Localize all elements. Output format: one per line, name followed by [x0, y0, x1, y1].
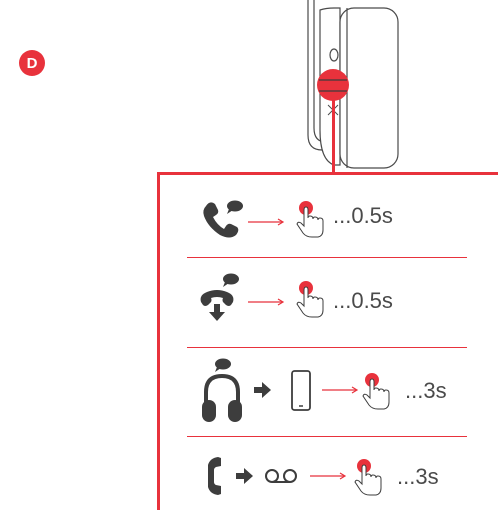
duration-label: ...3s: [397, 464, 439, 489]
row-divider: [187, 436, 467, 437]
arrow-icon: [248, 298, 285, 306]
panel-top-border: [157, 172, 498, 175]
voice-assistant-headset-icon: [202, 358, 242, 422]
duration-label: ...0.5s: [333, 288, 393, 313]
connector-line: [332, 100, 335, 175]
panel-left-border: [157, 172, 160, 510]
row-divider: [187, 347, 467, 348]
incoming-call-icon: [203, 200, 243, 238]
finger-press-icon: [296, 201, 324, 238]
smartphone-icon: [291, 370, 311, 411]
arrow-right-icon: [236, 468, 253, 484]
finger-press-icon: [296, 281, 324, 318]
finger-press-icon: [354, 459, 382, 496]
arrow-icon: [310, 472, 347, 480]
voicemail-icon: [265, 469, 297, 483]
headset-illustration: [307, 0, 399, 169]
end-call-icon: [200, 273, 239, 321]
arrow-right-icon: [254, 382, 271, 398]
call-icon: [208, 457, 221, 495]
duration-label: ...0.5s: [333, 203, 393, 228]
step-badge: D: [19, 50, 45, 76]
arrow-icon: [248, 218, 285, 226]
finger-press-icon: [362, 373, 390, 410]
row-divider: [187, 257, 467, 258]
duration-label: ...3s: [405, 378, 447, 403]
arrow-icon: [322, 386, 359, 394]
